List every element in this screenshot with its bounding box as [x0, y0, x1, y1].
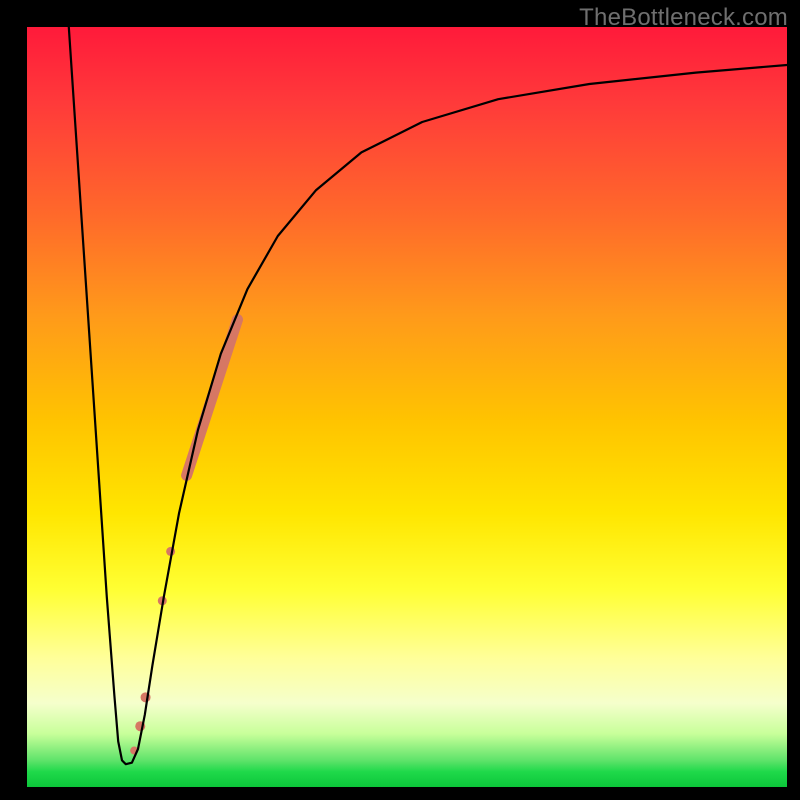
chart-overlay: [27, 27, 787, 787]
plot-area: [27, 27, 787, 787]
coral-segment: [187, 320, 238, 476]
bottleneck-curve: [69, 27, 787, 764]
coral-annotation: [130, 320, 237, 755]
chart-frame: TheBottleneck.com: [0, 0, 800, 800]
watermark-text: TheBottleneck.com: [579, 4, 788, 32]
